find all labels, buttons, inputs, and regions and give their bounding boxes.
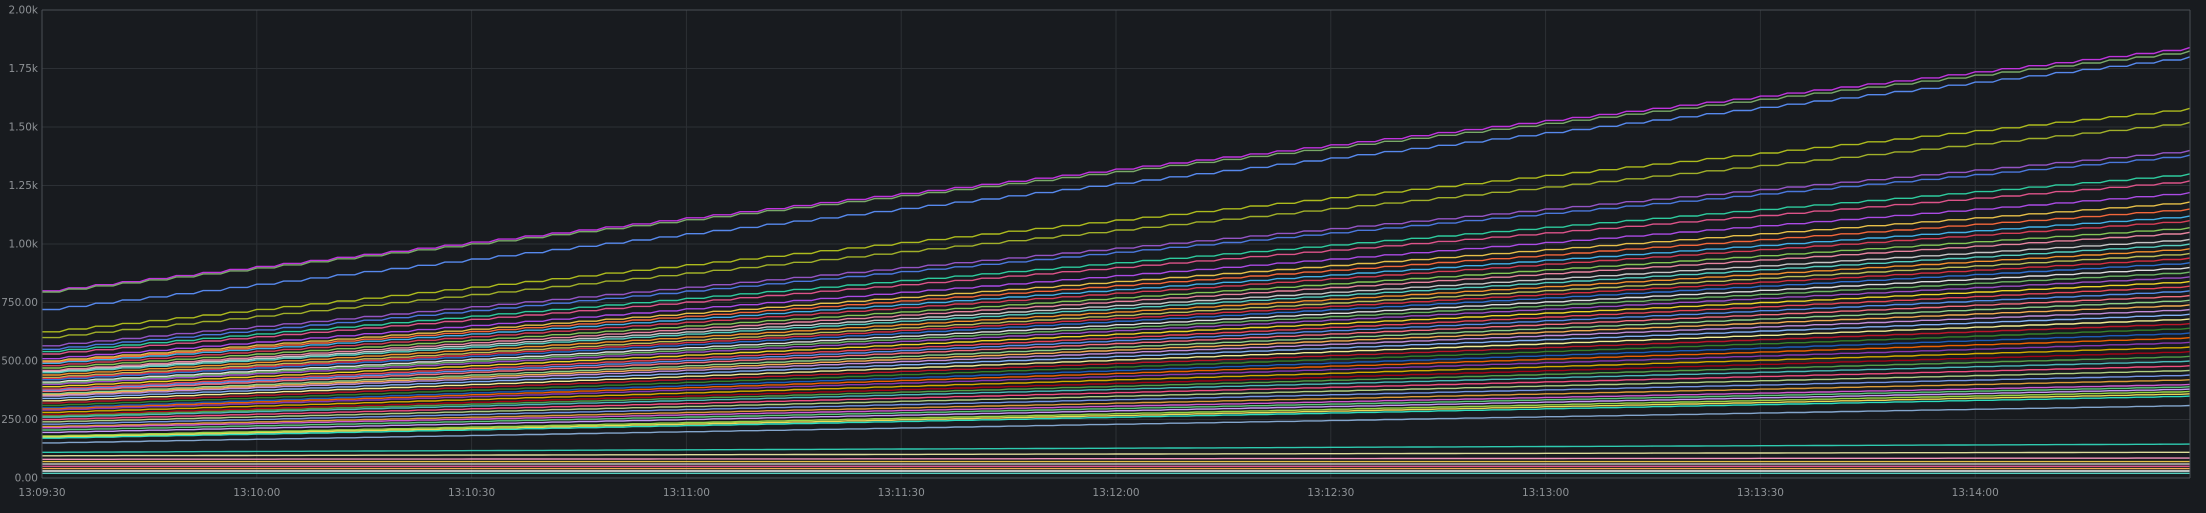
x-tick-label: 13:13:00 (1522, 487, 1569, 499)
chart-panel: 0.00 250.00 500.00 750.00 1.00k 1.25k 1.50k 1.7… (0, 0, 2206, 509)
time-series-chart[interactable]: 0.00 250.00 500.00 750.00 1.00k 1.25k 1.50k 1.7… (0, 0, 2206, 509)
x-tick-label: 13:12:30 (1307, 487, 1354, 499)
x-tick-label: 13:12:00 (1092, 487, 1139, 499)
y-tick-label: 1.50k (9, 122, 39, 134)
y-tick-label: 2.00k (9, 5, 39, 17)
y-tick-label: 1.25k (9, 180, 39, 192)
y-tick-label: 1.00k (9, 239, 39, 251)
x-tick-label: 13:14:00 (1952, 487, 1999, 499)
y-tick-label: 1.75k (9, 63, 39, 75)
y-tick-label: 500.00 (1, 356, 38, 368)
y-axis-tick-labels: 0.00 250.00 500.00 750.00 1.00k 1.25k 1.50k 1.7… (1, 5, 39, 485)
y-tick-label: 750.00 (1, 297, 38, 309)
x-axis-tick-labels: 13:09:30 13:10:00 13:10:30 13:11:00 13:11:30… (18, 487, 1998, 499)
x-tick-label: 13:13:30 (1737, 487, 1784, 499)
x-tick-label: 13:09:30 (18, 487, 65, 499)
x-tick-label: 13:11:30 (878, 487, 925, 499)
x-tick-label: 13:10:00 (233, 487, 280, 499)
x-tick-label: 13:11:00 (663, 487, 710, 499)
y-tick-label: 0.00 (15, 473, 38, 485)
y-tick-label: 250.00 (1, 414, 38, 426)
x-tick-label: 13:10:30 (448, 487, 495, 499)
